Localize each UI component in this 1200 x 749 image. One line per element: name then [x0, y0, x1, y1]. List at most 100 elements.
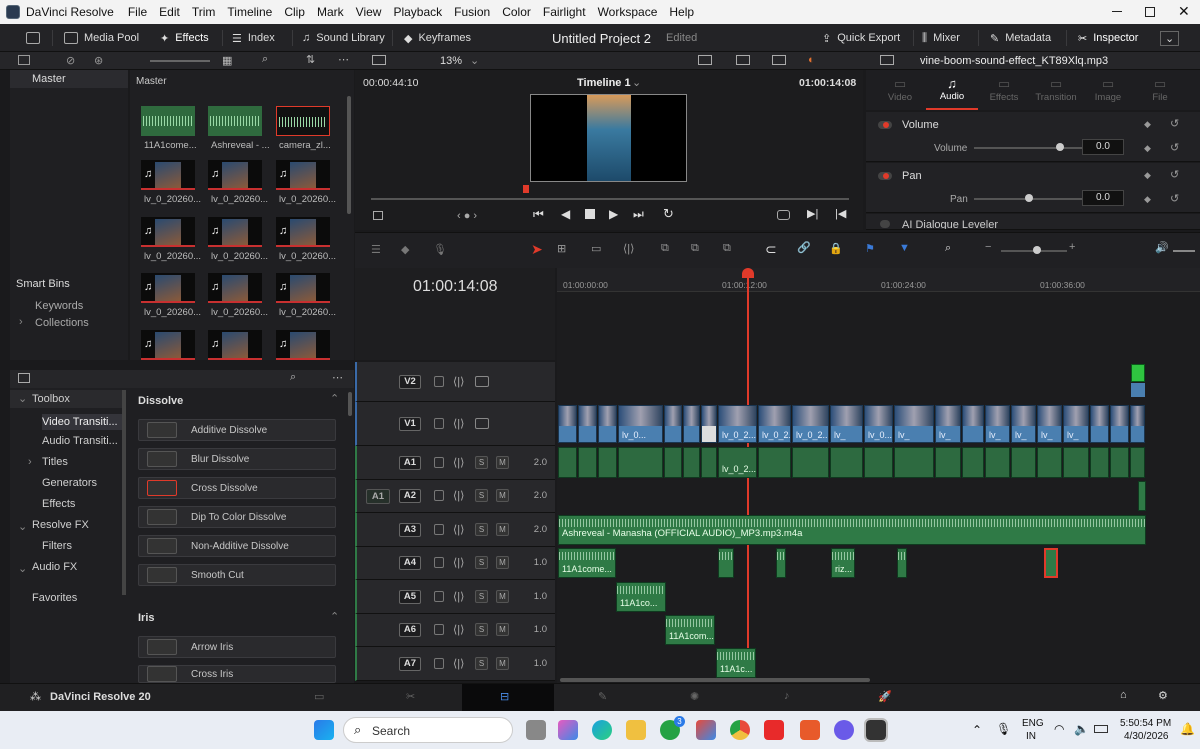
v1-clip[interactable]: lv_0_2...: [758, 405, 791, 443]
v2-clip-tail[interactable]: [1131, 383, 1145, 397]
solo-button[interactable]: S: [475, 656, 488, 670]
index-button[interactable]: ☰ Index: [232, 24, 275, 52]
sort-icon[interactable]: ⇅: [306, 53, 315, 66]
v1-clip[interactable]: lv_: [1037, 405, 1062, 443]
auto-select-icon[interactable]: ⟨|⟩: [453, 456, 464, 469]
a4-clip[interactable]: 11A1come...: [558, 548, 616, 578]
v1-clip[interactable]: [962, 405, 984, 443]
audio-fx-category[interactable]: Audio FX: [32, 561, 77, 573]
media-clip-thumbnail[interactable]: ♫: [141, 330, 195, 360]
inspector-button[interactable]: ✂ Inspector: [1078, 24, 1138, 52]
track-lock-icon[interactable]: [434, 375, 444, 387]
sound-library-button[interactable]: ♫ Sound Library: [302, 24, 385, 52]
source-patch-badge[interactable]: A1: [366, 489, 390, 504]
v1-clip[interactable]: lv_: [830, 405, 863, 443]
metadata-button[interactable]: ✎ Metadata: [990, 24, 1051, 52]
v1-clip[interactable]: [558, 405, 577, 443]
menu-file[interactable]: File: [128, 5, 147, 19]
a1-clip[interactable]: [618, 447, 663, 478]
chrome-icon[interactable]: [730, 720, 750, 740]
track-id-badge[interactable]: A2: [399, 489, 421, 503]
edge-icon[interactable]: [592, 720, 612, 740]
marker-icon[interactable]: ▼: [899, 242, 910, 254]
skip-start-button[interactable]: ⏮: [533, 207, 544, 222]
timeline-horizontal-scrollbar[interactable]: [560, 678, 870, 682]
settings-gear-icon[interactable]: ⚙: [1158, 689, 1168, 702]
start-button-icon[interactable]: [314, 720, 334, 740]
effect-blur-dissolve[interactable]: Blur Dissolve: [138, 448, 336, 470]
media-clip-thumbnail[interactable]: ♫: [141, 217, 195, 247]
position-lock-icon[interactable]: 🔒: [829, 242, 843, 255]
zoom-tool-icon[interactable]: ⌕: [945, 242, 951, 255]
media-pool-button[interactable]: Media Pool: [64, 24, 139, 52]
auto-select-icon[interactable]: ⟨|⟩: [453, 556, 464, 569]
mute-button[interactable]: M: [496, 489, 509, 502]
zoom-dropdown-icon[interactable]: ⌄: [470, 54, 479, 67]
menu-help[interactable]: Help: [669, 5, 694, 19]
maximize-button[interactable]: [1145, 7, 1155, 17]
a4-clip[interactable]: [897, 548, 907, 578]
a1-clip[interactable]: [1063, 447, 1089, 478]
taskbar-search-box[interactable]: ⌕ Search: [343, 717, 513, 743]
inspector-tab-transition[interactable]: ▭ Transition: [1030, 76, 1082, 110]
next-edit-button[interactable]: ▶|: [807, 207, 818, 220]
a5-clip[interactable]: 11A1co...: [616, 582, 666, 612]
a1-clip[interactable]: [985, 447, 1010, 478]
solo-button[interactable]: S: [475, 522, 488, 536]
store-icon[interactable]: [696, 720, 716, 740]
zoom-out-icon[interactable]: −: [985, 241, 991, 253]
viewer-layout-icon[interactable]: [372, 55, 386, 65]
solo-button[interactable]: S: [475, 489, 488, 502]
track-id-badge[interactable]: A4: [399, 556, 421, 570]
auto-select-icon[interactable]: ⟨|⟩: [453, 623, 464, 636]
close-button[interactable]: ✕: [1178, 3, 1190, 20]
v1-clip[interactable]: [598, 405, 617, 443]
a1-clip[interactable]: [894, 447, 934, 478]
toolbox-titles[interactable]: Titles: [42, 456, 68, 468]
volume-value-field[interactable]: 0.0: [1082, 139, 1124, 155]
smart-bin-icon[interactable]: ⊛: [94, 54, 103, 67]
auto-select-icon[interactable]: ⟨|⟩: [453, 590, 464, 603]
menu-color[interactable]: Color: [502, 5, 531, 19]
a1-clip[interactable]: [1130, 447, 1145, 478]
auto-select-icon[interactable]: ⟨|⟩: [453, 489, 464, 502]
clock-time[interactable]: 5:50:54 PM: [1120, 718, 1171, 729]
inspector-tab-effects[interactable]: ▭ Effects: [978, 76, 1030, 110]
menu-fusion[interactable]: Fusion: [454, 5, 490, 19]
track-output-icon[interactable]: [475, 375, 489, 387]
workspace-toggle-button[interactable]: [26, 24, 40, 52]
mute-button[interactable]: M: [496, 589, 509, 603]
minimize-button[interactable]: [1112, 11, 1122, 12]
volume-toggle[interactable]: [878, 121, 892, 129]
menu-mark[interactable]: Mark: [317, 5, 344, 19]
track-header-v1[interactable]: V1 ⟨|⟩: [355, 402, 555, 446]
a1-clip[interactable]: [1110, 447, 1129, 478]
wifi-icon[interactable]: ◠: [1054, 722, 1064, 736]
edit-page-tab[interactable]: ⊟: [462, 684, 554, 711]
auto-select-icon[interactable]: ⟨|⟩: [453, 375, 464, 388]
color-page-icon[interactable]: ✺: [690, 690, 699, 703]
zoom-level[interactable]: 13%: [440, 55, 462, 67]
v1-clip[interactable]: lv_: [1063, 405, 1089, 443]
track-id-badge[interactable]: A1: [399, 455, 421, 470]
volume-slider-knob[interactable]: [1055, 143, 1064, 151]
a7-clip[interactable]: 11A1c...: [716, 648, 756, 678]
app-icon-purple[interactable]: [834, 720, 854, 740]
loop-button[interactable]: ↻: [663, 206, 674, 222]
dialogue-leveler-toggle[interactable]: [880, 220, 890, 228]
v2-clip[interactable]: [1131, 364, 1145, 382]
a1-clip[interactable]: [664, 447, 682, 478]
play-button[interactable]: ▶: [609, 207, 618, 221]
battery-icon[interactable]: [1094, 725, 1108, 733]
a1-clip[interactable]: [758, 447, 791, 478]
mute-button[interactable]: M: [496, 455, 509, 469]
media-clip-thumbnail[interactable]: ♫: [276, 273, 330, 303]
stop-button[interactable]: [585, 209, 595, 219]
inspector-tab-audio[interactable]: ♫ Audio: [926, 76, 978, 110]
track-id-badge[interactable]: A3: [399, 522, 421, 537]
brave-icon[interactable]: [800, 720, 820, 740]
expand-toolbar-button[interactable]: ⌄: [1160, 24, 1180, 52]
a1-clip[interactable]: [701, 447, 717, 478]
track-header-a5[interactable]: A5 ⟨|⟩ S M 1.0: [355, 580, 555, 614]
track-lock-icon[interactable]: [434, 557, 444, 568]
